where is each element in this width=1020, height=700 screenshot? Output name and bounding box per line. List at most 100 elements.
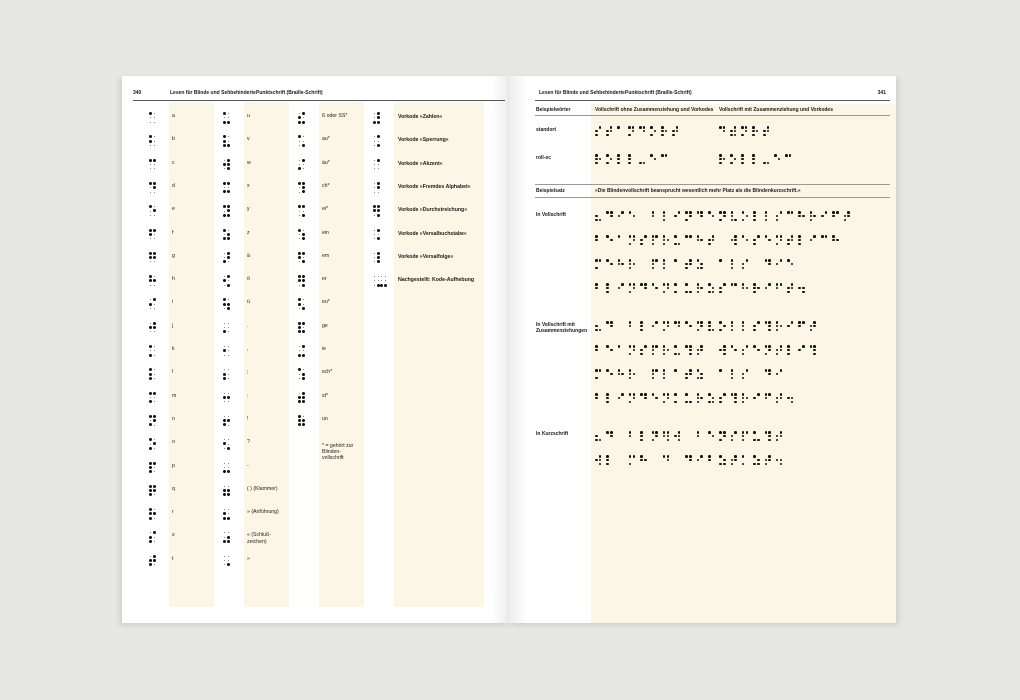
- braille-dot: [628, 161, 631, 165]
- braille-dot: [149, 423, 152, 427]
- braille-dot: [149, 181, 152, 185]
- braille-dot: [802, 290, 805, 294]
- braille-dot: [768, 393, 771, 396]
- braille-dot-position: [378, 276, 380, 278]
- braille-dot: [639, 126, 642, 129]
- braille-dot-position: [374, 214, 375, 216]
- braille-dot: [764, 431, 768, 434]
- braille-dot: [696, 211, 700, 214]
- braille-dot: [730, 345, 734, 348]
- braille-dot-position: [228, 261, 230, 263]
- braille-dot: [298, 205, 301, 209]
- braille-dot: [595, 161, 598, 165]
- braille-dot-position: [150, 144, 151, 146]
- page-gutter-shadow: [509, 76, 527, 623]
- braille-dot-position: [154, 284, 156, 286]
- braille-dot: [153, 554, 157, 558]
- braille-dot: [779, 211, 783, 214]
- braille-dot: [640, 321, 643, 324]
- braille-dot-position: [228, 187, 230, 189]
- braille-dot: [643, 393, 647, 396]
- braille-dot-position: [374, 117, 375, 119]
- braille-dot: [227, 232, 231, 236]
- braille-dot: [753, 431, 756, 434]
- braille-dot: [689, 455, 692, 458]
- braille-dot: [606, 400, 609, 404]
- braille-dot: [606, 431, 609, 434]
- braille-dot-position: [374, 159, 375, 161]
- braille-cell-label: :: [247, 392, 249, 399]
- braille-dot: [149, 414, 152, 418]
- word-label-roll-ec: roll-ec: [536, 155, 552, 161]
- braille-dot: [719, 438, 722, 442]
- braille-dot: [153, 512, 157, 516]
- braille-dot: [768, 259, 771, 262]
- braille-dot: [753, 462, 756, 466]
- braille-dot: [302, 283, 306, 287]
- braille-dot: [730, 259, 734, 262]
- braille-dot: [223, 139, 226, 143]
- braille-dot: [689, 235, 692, 238]
- braille-cell-label: Nachgestellt: Kode-Aufhebung: [398, 277, 475, 284]
- braille-dot: [223, 489, 226, 493]
- braille-dot: [719, 259, 722, 262]
- braille-dot: [708, 321, 711, 324]
- braille-dot-position: [224, 509, 225, 511]
- braille-dot: [298, 135, 301, 139]
- braille-dot: [640, 283, 643, 286]
- braille-dot: [298, 167, 301, 171]
- braille-dot: [610, 211, 613, 214]
- braille-dot: [708, 290, 711, 294]
- braille-dot: [734, 235, 737, 238]
- braille-dot: [223, 302, 226, 306]
- braille-dot: [674, 235, 677, 238]
- braille-dot: [655, 431, 658, 434]
- braille-dot: [298, 414, 301, 418]
- braille-dot: [227, 275, 231, 279]
- braille-dot: [223, 162, 226, 166]
- braille-dot-position: [154, 377, 156, 379]
- braille-dot: [606, 393, 609, 396]
- braille-cell-label: Vorkode »Durchstreichung«: [398, 207, 468, 214]
- braille-dot: [723, 462, 726, 466]
- braille-dot: [377, 158, 381, 162]
- braille-dot: [689, 400, 692, 404]
- braille-dot: [149, 400, 152, 404]
- braille-dot: [298, 181, 301, 185]
- braille-dot: [302, 279, 306, 283]
- braille-dot: [719, 218, 722, 222]
- braille-dot: [639, 161, 642, 165]
- braille-dot: [764, 235, 768, 238]
- braille-dot: [223, 298, 226, 302]
- braille-dot: [302, 353, 306, 357]
- braille-dot: [813, 235, 817, 238]
- braille-dot: [719, 161, 722, 165]
- braille-dot-position: [299, 140, 300, 142]
- braille-dot: [153, 461, 157, 465]
- braille-dot: [779, 369, 783, 372]
- braille-dot-position: [224, 447, 225, 449]
- braille-dot: [298, 298, 301, 302]
- braille-cell-label: j: [172, 322, 174, 329]
- braille-dot: [685, 321, 688, 324]
- braille-dot-position: [374, 163, 375, 165]
- braille-dot: [685, 283, 688, 286]
- braille-dot: [650, 126, 653, 129]
- braille-dot: [685, 235, 688, 238]
- braille-dot: [227, 419, 231, 423]
- braille-dot: [745, 345, 749, 348]
- braille-dot: [606, 369, 609, 372]
- braille-dot: [650, 154, 653, 157]
- braille-dot-position: [150, 350, 151, 352]
- braille-dot-position: [224, 252, 225, 254]
- braille-dot: [708, 283, 711, 286]
- braille-dot: [153, 228, 157, 232]
- braille-dot: [779, 431, 783, 434]
- braille-dot: [640, 352, 643, 356]
- braille-dot-position: [378, 233, 380, 235]
- braille-dot-position: [154, 140, 156, 142]
- braille-dot: [302, 158, 306, 162]
- braille-dot: [632, 455, 636, 458]
- braille-cell-label: ch*: [322, 182, 330, 189]
- braille-dot: [153, 414, 157, 418]
